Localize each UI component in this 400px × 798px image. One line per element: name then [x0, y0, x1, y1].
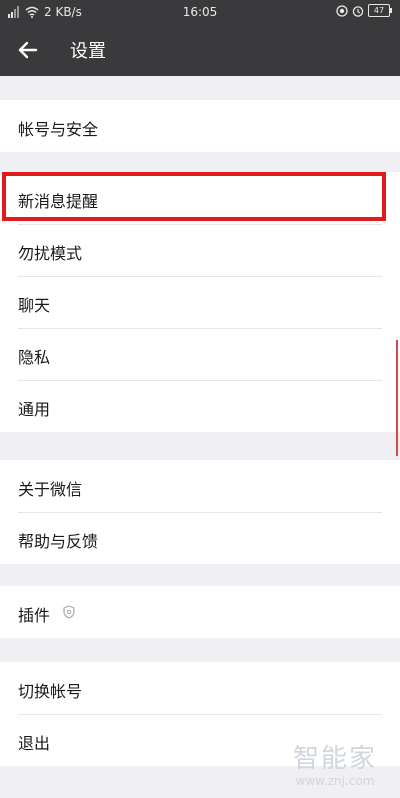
- page-title: 设置: [70, 41, 106, 62]
- settings-item-chat[interactable]: 聊天: [0, 276, 400, 328]
- settings-item-label: 聊天: [18, 296, 51, 315]
- settings-item-privacy[interactable]: 隐私: [0, 328, 400, 380]
- settings-item-account-security[interactable]: 帐号与安全: [0, 100, 400, 152]
- settings-item-label: 通用: [18, 400, 51, 419]
- settings-item-about-wechat[interactable]: 关于微信: [0, 460, 400, 512]
- watermark-title: 智能家: [292, 744, 377, 774]
- watermark-domain: www.znj.com: [295, 774, 375, 788]
- settings-item-label: 新消息提醒: [18, 192, 99, 211]
- settings-item-label: 关于微信: [18, 480, 83, 499]
- settings-item-general[interactable]: 通用: [0, 380, 400, 432]
- settings-item-help-feedback[interactable]: 帮助与反馈: [0, 512, 400, 564]
- settings-item-label: 帮助与反馈: [18, 532, 99, 551]
- shield-icon: [63, 605, 75, 619]
- watermark: 智能家 www.znj.com: [282, 744, 388, 788]
- title-bar: 设置: [0, 24, 400, 76]
- back-button[interactable]: [14, 36, 44, 64]
- battery-icon: 47: [368, 4, 392, 17]
- status-right: 47: [336, 4, 392, 17]
- battery-level: 47: [373, 6, 385, 15]
- settings-group-account: 帐号与安全: [0, 100, 400, 152]
- settings-group-general: 新消息提醒 勿扰模式 聊天 隐私 通用: [0, 172, 400, 432]
- settings-item-new-message-alerts[interactable]: 新消息提醒: [0, 172, 400, 224]
- settings-item-switch-account[interactable]: 切换帐号: [0, 662, 400, 714]
- status-bar: 2 KB/s 16:05 47: [0, 0, 400, 24]
- settings-item-label: 插件: [18, 606, 51, 625]
- settings-group-about: 关于微信 帮助与反馈: [0, 460, 400, 564]
- scroll-indicator: [396, 340, 398, 456]
- settings-item-label: 勿扰模式: [18, 244, 83, 263]
- settings-item-plugins[interactable]: 插件: [0, 586, 400, 638]
- settings-item-label: 帐号与安全: [18, 120, 99, 139]
- settings-group-plugins: 插件: [0, 586, 400, 638]
- arrow-left-icon: [18, 41, 38, 59]
- record-icon: [336, 4, 348, 17]
- settings-item-label: 退出: [18, 734, 51, 753]
- alarm-icon: [352, 5, 364, 17]
- settings-item-label: 隐私: [18, 348, 51, 367]
- settings-item-do-not-disturb[interactable]: 勿扰模式: [0, 224, 400, 276]
- settings-item-label: 切换帐号: [18, 682, 83, 701]
